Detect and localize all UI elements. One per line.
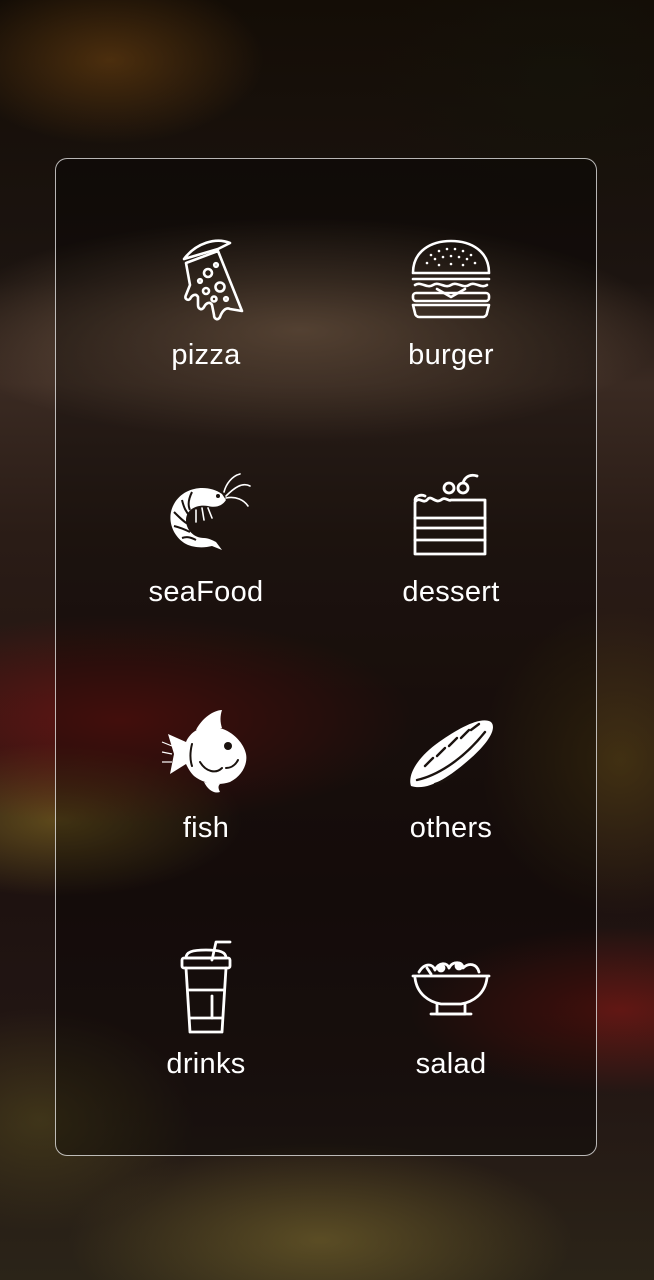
category-grid: pizza burger seaFood dessert fish others… bbox=[56, 159, 596, 1155]
category-others[interactable]: others bbox=[331, 702, 571, 892]
fish-icon bbox=[156, 702, 256, 802]
category-drinks[interactable]: drinks bbox=[86, 938, 326, 1128]
screen: pizza burger seaFood dessert fish others… bbox=[0, 0, 654, 1280]
category-label: salad bbox=[415, 1048, 487, 1080]
category-dessert[interactable]: dessert bbox=[331, 466, 571, 656]
category-salad[interactable]: salad bbox=[331, 938, 571, 1128]
burger-icon bbox=[401, 229, 501, 329]
category-label: dessert bbox=[402, 576, 500, 608]
salad-bowl-icon bbox=[401, 938, 501, 1038]
category-seafood[interactable]: seaFood bbox=[86, 466, 326, 656]
category-fish[interactable]: fish bbox=[86, 702, 326, 892]
category-label: pizza bbox=[171, 339, 241, 371]
category-burger[interactable]: burger bbox=[331, 229, 571, 419]
cake-icon bbox=[401, 466, 501, 566]
category-label: others bbox=[409, 812, 493, 844]
category-label: drinks bbox=[166, 1048, 246, 1080]
category-label: fish bbox=[182, 812, 230, 844]
shrimp-icon bbox=[156, 466, 256, 566]
category-card: pizza burger seaFood dessert fish others… bbox=[55, 158, 597, 1156]
pizza-icon bbox=[156, 229, 256, 329]
drink-cup-icon bbox=[156, 938, 256, 1038]
category-label: seaFood bbox=[148, 576, 264, 608]
category-pizza[interactable]: pizza bbox=[86, 229, 326, 419]
baguette-icon bbox=[401, 702, 501, 802]
category-label: burger bbox=[408, 339, 494, 371]
